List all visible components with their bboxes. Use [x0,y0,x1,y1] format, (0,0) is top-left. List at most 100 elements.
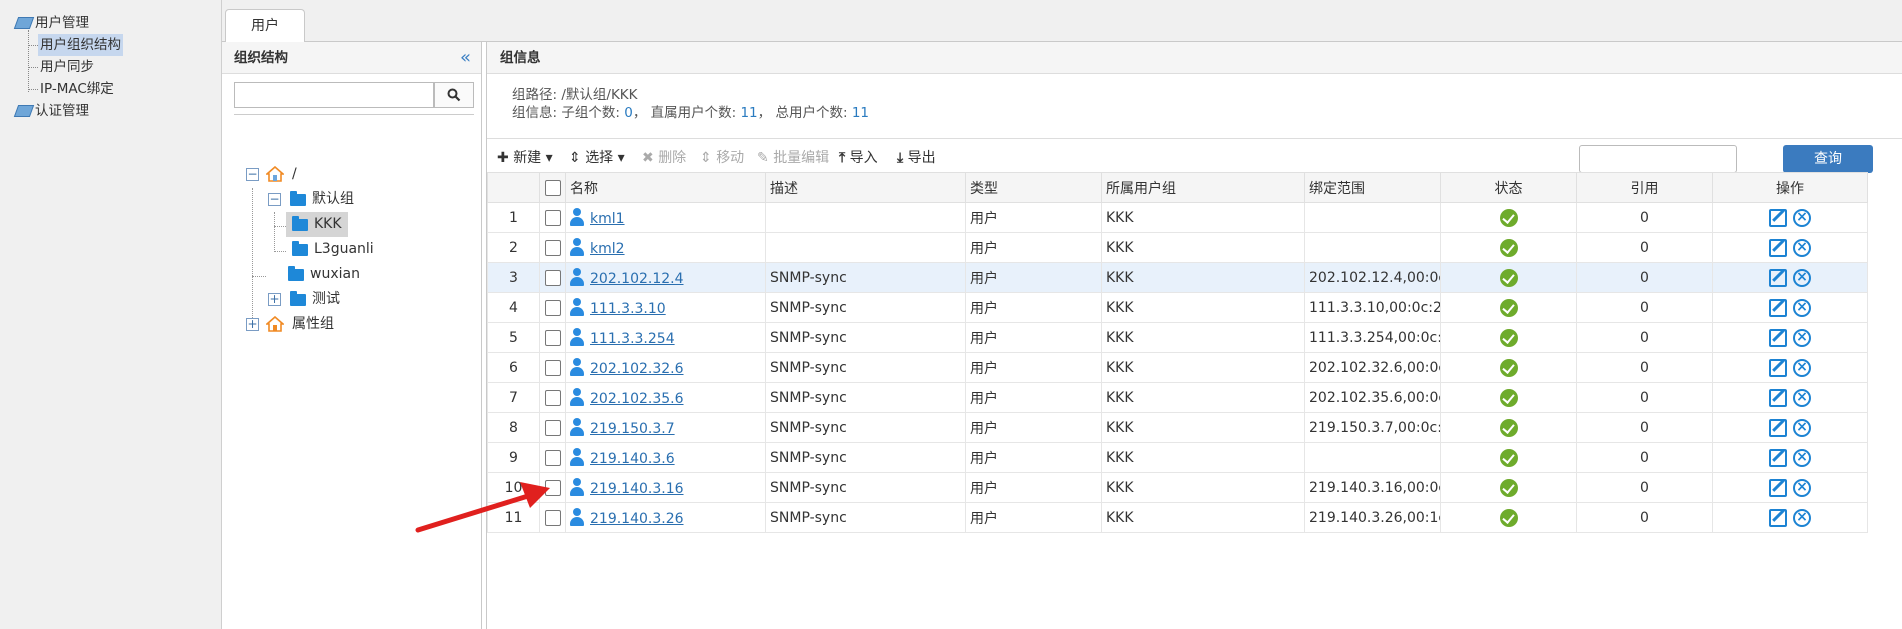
delete-button[interactable]: ✖ 删除 [642,147,686,167]
collapse-node-icon[interactable]: − [246,168,259,181]
status-ok-icon [1499,298,1518,317]
nav-item-label: 认证管理 [35,103,89,119]
edit-icon[interactable] [1769,418,1787,437]
delete-icon[interactable]: × [1793,448,1811,467]
batch-edit-button[interactable]: ✎ 批量编辑 [757,147,829,167]
tree-node-test[interactable]: + 测试 [268,287,408,312]
delete-icon[interactable]: × [1793,268,1811,287]
column-header-type[interactable]: 类型 [965,172,1102,203]
nav-item-auth-management[interactable]: 认证管理 [0,100,221,122]
row-checkbox[interactable] [544,449,561,466]
collapse-node-icon[interactable]: − [268,193,281,206]
edit-icon[interactable] [1769,388,1787,407]
delete-icon[interactable]: × [1793,328,1811,347]
delete-icon[interactable]: × [1793,298,1811,317]
description-cell [765,202,966,233]
column-header-group[interactable]: 所属用户组 [1101,172,1305,203]
user-name-link[interactable]: 111.3.3.10 [590,301,666,317]
delete-icon[interactable]: × [1793,388,1811,407]
edit-icon[interactable] [1769,508,1787,527]
delete-icon[interactable]: × [1793,358,1811,377]
tree-node-kkk[interactable]: KKK [286,212,406,237]
nav-item-user-sync[interactable]: 用户同步 [0,56,221,78]
tree-node-default-group[interactable]: − 默认组 [268,187,448,212]
delete-icon[interactable]: × [1793,478,1811,497]
select-button[interactable]: ⇕ 选择 ▾ [569,147,625,167]
table-row[interactable]: 4 111.3.3.10 SNMP-sync 用户 KKK 111.3.3.10,00:0… [487,292,1868,323]
row-checkbox[interactable] [544,239,561,256]
column-header-description[interactable]: 描述 [765,172,966,203]
org-search-input[interactable] [234,82,434,108]
column-header-status[interactable]: 状态 [1440,172,1577,203]
tree-node-attr-group[interactable]: + 属性组 [246,312,406,337]
edit-icon[interactable] [1769,358,1787,377]
new-button[interactable]: ✚ 新建 ▾ [497,147,553,167]
user-name-link[interactable]: 219.140.3.26 [590,511,684,527]
tree-node-wuxian[interactable]: wuxian [268,262,408,287]
row-checkbox[interactable] [544,419,561,436]
table-row[interactable]: 2 kml2 用户 KKK 0 × [487,232,1868,263]
row-checkbox[interactable] [544,209,561,226]
delete-icon[interactable]: × [1793,418,1811,437]
edit-icon[interactable] [1769,268,1787,287]
query-button[interactable]: 查询 [1783,145,1873,173]
edit-icon[interactable] [1769,298,1787,317]
row-checkbox[interactable] [544,299,561,316]
export-button[interactable]: ⤓ 导出 [897,147,936,167]
nav-item-user-org-structure[interactable]: 用户组织结构 [0,34,221,56]
table-row[interactable]: 9 219.140.3.6 SNMP-sync 用户 KKK 0 × [487,442,1868,473]
tree-node-l3guanli[interactable]: L3guanli [286,237,426,262]
delete-icon[interactable]: × [1793,508,1811,527]
org-search-button[interactable] [434,82,474,108]
row-checkbox[interactable] [544,269,561,286]
table-row[interactable]: 7 202.102.35.6 SNMP-sync 用户 KKK 202.102.35.6,… [487,382,1868,413]
row-checkbox[interactable] [544,389,561,406]
delete-icon[interactable]: × [1793,238,1811,257]
user-name-link[interactable]: 219.140.3.16 [590,481,684,497]
actions-cell: × [1712,502,1868,533]
group-info-block: 组路径: /默认组/KKK 组信息: 子组个数: 0， 直属用户个数: 11， … [512,86,869,122]
user-name-link[interactable]: 202.102.12.4 [590,271,684,287]
table-row[interactable]: 6 202.102.32.6 SNMP-sync 用户 KKK 202.102.32.6,… [487,352,1868,383]
total-user-count-label: 总用户个数: [775,105,848,121]
row-number: 1 [487,202,540,233]
delete-icon[interactable]: × [1793,208,1811,227]
edit-icon[interactable] [1769,448,1787,467]
collapse-left-icon[interactable]: « [460,42,471,74]
user-name-link[interactable]: 202.102.32.6 [590,361,684,377]
edit-icon[interactable] [1769,238,1787,257]
table-row[interactable]: 11 219.140.3.26 SNMP-sync 用户 KKK 219.140.3.26… [487,502,1868,533]
row-checkbox[interactable] [544,329,561,346]
table-row[interactable]: 3 202.102.12.4 SNMP-sync 用户 KKK 202.102.12.4,… [487,262,1868,293]
edit-icon[interactable] [1769,328,1787,347]
column-header-reference[interactable]: 引用 [1576,172,1713,203]
table-row[interactable]: 8 219.150.3.7 SNMP-sync 用户 KKK 219.150.3.7,00… [487,412,1868,443]
row-checkbox[interactable] [544,359,561,376]
select-label: 选择 [585,150,614,166]
nav-item-ip-mac-binding[interactable]: IP-MAC绑定 [0,78,221,100]
move-button[interactable]: ⇕ 移动 [700,147,744,167]
select-all-checkbox[interactable] [544,179,561,196]
table-row[interactable]: 10 219.140.3.16 SNMP-sync 用户 KKK 219.140.3.16… [487,472,1868,503]
import-button[interactable]: ⤒ 导入 [839,147,878,167]
tree-node-root[interactable]: − / [246,162,446,187]
column-header-bind-range[interactable]: 绑定范围 [1304,172,1441,203]
user-name-link[interactable]: kml2 [590,241,625,257]
user-name-link[interactable]: 219.150.3.7 [590,421,675,437]
user-name-link[interactable]: kml1 [590,211,625,227]
reference-cell: 0 [1576,442,1713,473]
bind-range-cell: 202.102.35.6,00:0c: [1304,382,1441,413]
expand-node-icon[interactable]: + [268,293,281,306]
table-search-input[interactable] [1579,145,1737,173]
expand-node-icon[interactable]: + [246,318,259,331]
edit-icon[interactable] [1769,478,1787,497]
edit-icon[interactable] [1769,208,1787,227]
table-row[interactable]: 5 111.3.3.254 SNMP-sync 用户 KKK 111.3.3.254,00… [487,322,1868,353]
user-name-link[interactable]: 219.140.3.6 [590,451,675,467]
column-header-name[interactable]: 名称 [565,172,766,203]
table-row[interactable]: 1 kml1 用户 KKK 0 × [487,202,1868,233]
user-name-link[interactable]: 202.102.35.6 [590,391,684,407]
nav-item-user-management[interactable]: 用户管理 [0,12,221,34]
tab-user[interactable]: 用户 [225,9,305,43]
user-name-link[interactable]: 111.3.3.254 [590,331,675,347]
